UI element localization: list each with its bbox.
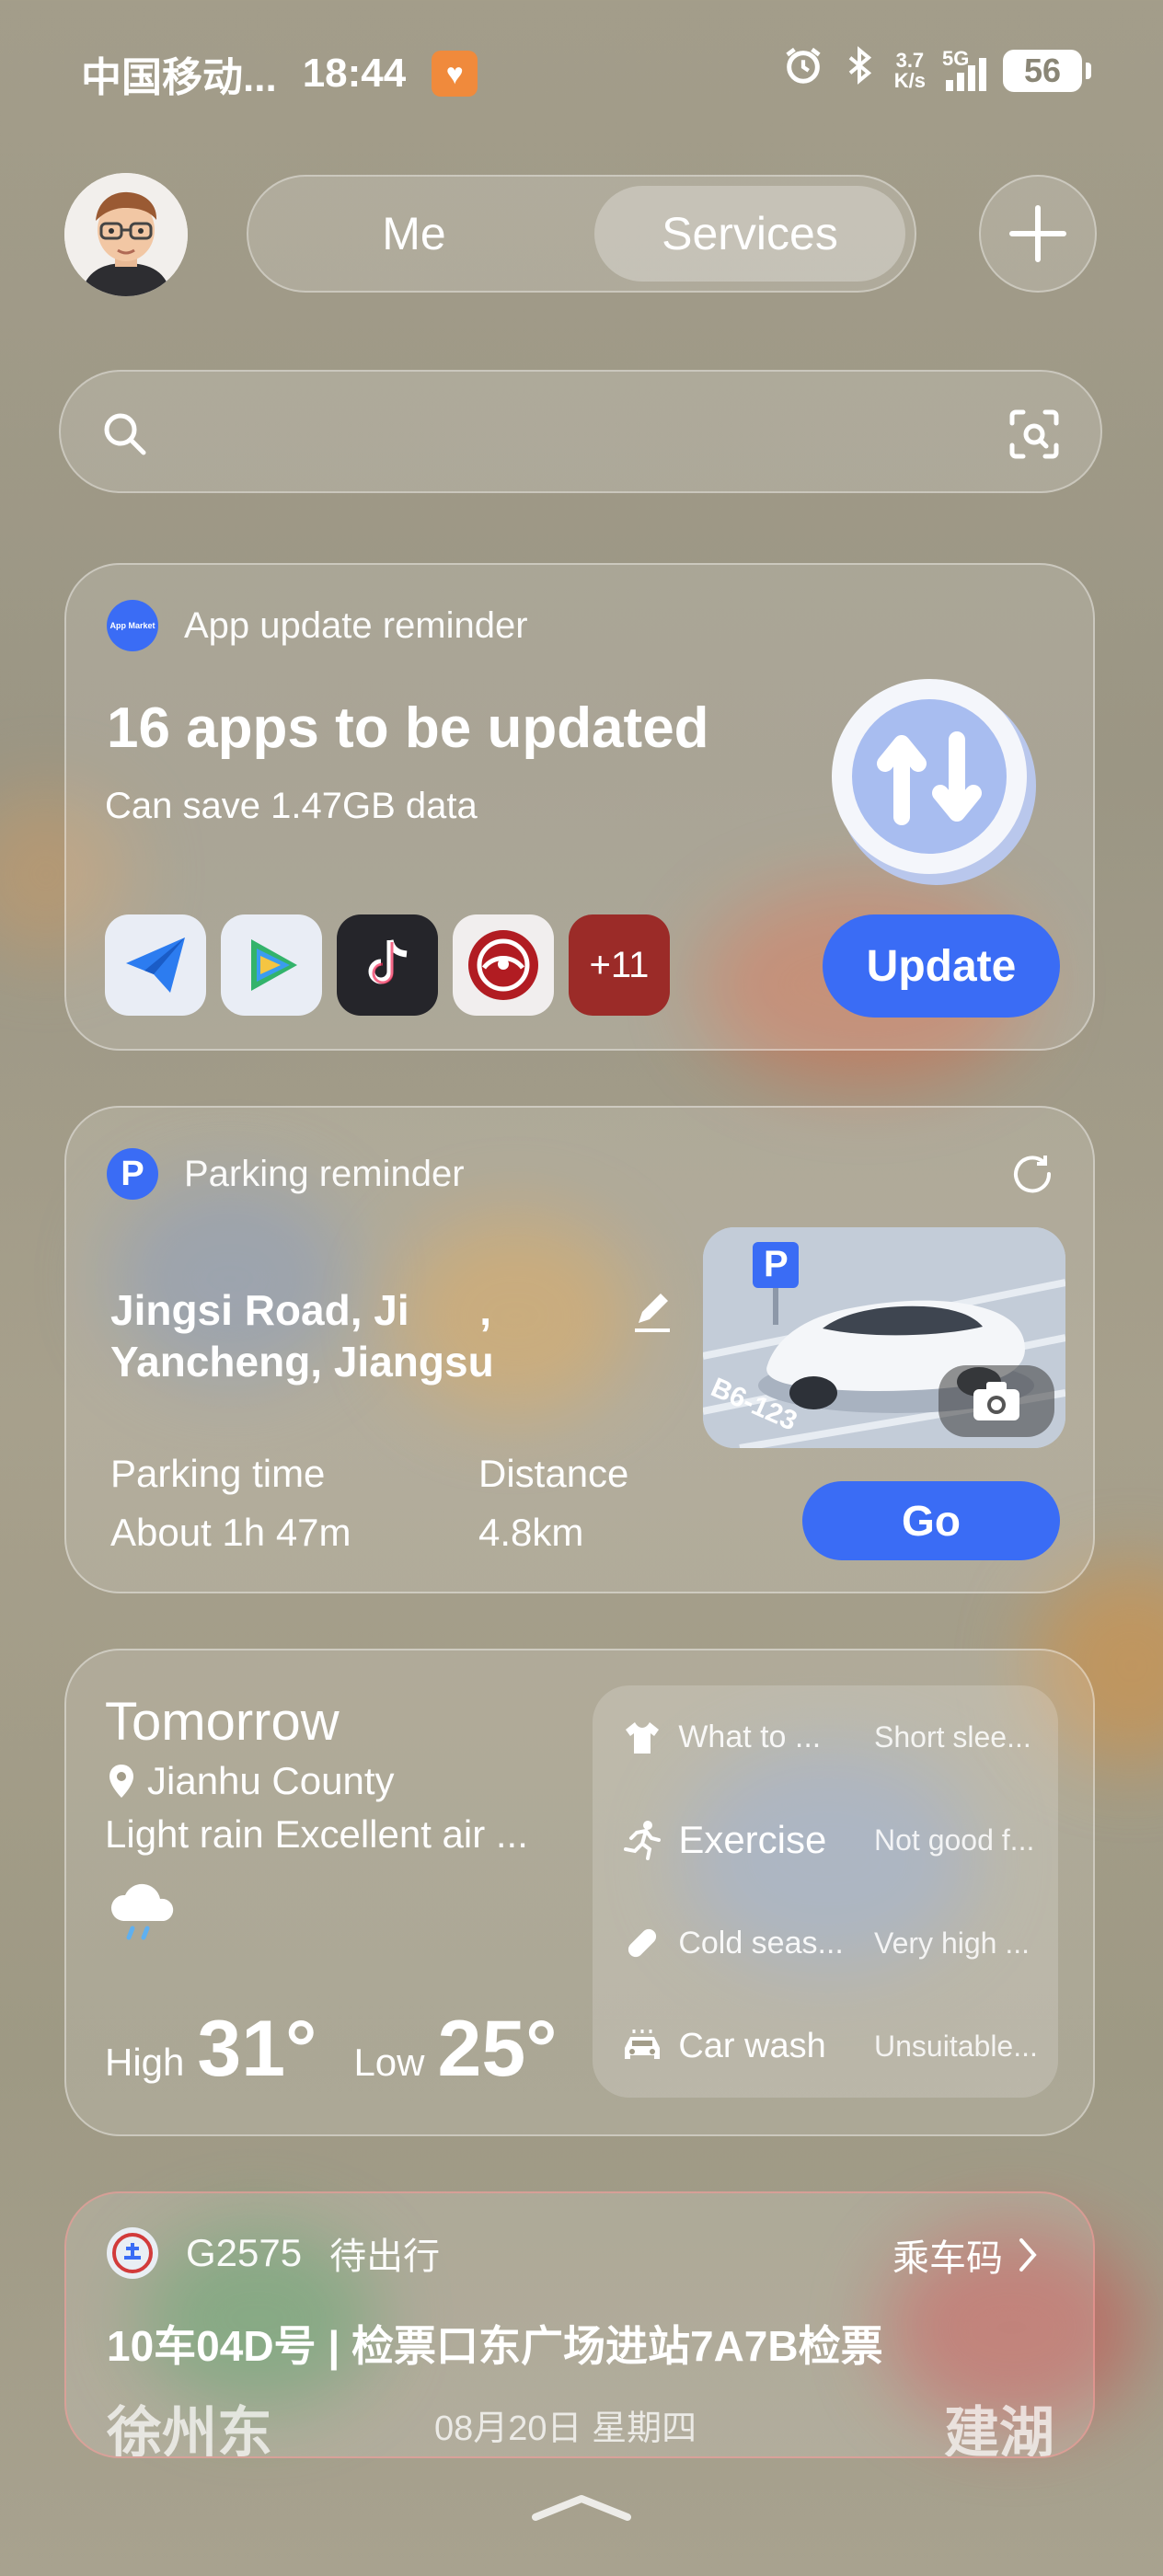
tab-services[interactable]: Services [594,186,905,282]
life-index-label: Exercise [678,1818,827,1861]
card-header-label: Parking reminder [184,1153,465,1194]
parking-location: Jingsi Road, Ji , Yancheng, Jiangsu [110,1284,494,1387]
signal-icon: 5G [942,47,986,91]
low-temp: 25° [437,2005,558,2093]
camera-button[interactable] [938,1365,1054,1437]
running-icon [620,1820,663,1860]
life-index-row[interactable]: Car wash Unsuitable... [620,2009,1036,2083]
app-market-icon: App Market [107,600,158,651]
high-label: High [105,2041,185,2084]
life-index-value: Very high ... [874,1926,1030,1960]
alarm-icon [782,44,824,97]
add-button[interactable] [979,175,1097,293]
edit-pencil-icon[interactable] [629,1288,675,1334]
life-index-row[interactable]: What to ... Short slee... [620,1700,1036,1774]
temperature-range: High 31° Low 25° [105,2004,558,2095]
battery-level: 56 [1023,51,1062,89]
bluetooth-icon [841,44,878,97]
location-name: Jianhu County [147,1759,395,1802]
weather-summary: Light rain Excellent air ... [105,1812,528,1856]
location-pin-icon [109,1765,133,1798]
update-subtitle: Can save 1.47GB data [105,786,478,826]
go-button[interactable]: Go [802,1481,1060,1560]
life-index-row[interactable]: Cold seas... Very high ... [620,1906,1036,1980]
pill-icon [620,1923,663,1963]
life-index-row[interactable]: Exercise Not good f... [620,1803,1036,1877]
train-ticket-card[interactable]: G2575 待出行 乘车码 10车04D号 | 检票口东广场进站7A7B检票 徐… [64,2191,1095,2458]
arrival-station: 建湖 [944,2402,1054,2458]
ride-code-link[interactable]: 乘车码 [892,2228,1038,2282]
life-index-panel: What to ... Short slee... Exercise Not g… [593,1685,1058,2098]
plus-icon [1009,205,1066,262]
chevron-up-icon[interactable] [526,2488,637,2524]
high-temp: 31° [197,2005,317,2093]
parking-time-label: Parking time [110,1452,326,1495]
parking-time-value: About 1h 47m [110,1511,351,1554]
view-switcher: Me Services [247,175,916,293]
carrier-label: 中国移动... [81,55,277,100]
travel-date: 08月20日 星期四 [434,2409,697,2448]
low-label: Low [353,2041,425,2084]
ride-code-label: 乘车码 [892,2238,1003,2279]
app-update-card[interactable]: App Market App update reminder 16 apps t… [64,563,1095,1051]
weather-day: Tomorrow [105,1692,340,1752]
location-line-2: Yancheng, Jiangsu [110,1338,494,1386]
weather-card[interactable]: Tomorrow Jianhu County Light rain Excell… [64,1649,1095,2136]
card-header-label: App update reminder [184,604,528,646]
parking-icon: P [107,1148,158,1200]
parked-car-image[interactable]: P B6-123 [703,1227,1065,1448]
parking-sign-letter: P [764,1244,789,1284]
life-index-label: Cold seas... [678,1925,844,1961]
parking-icon-letter: P [121,1154,144,1193]
app-market-icon-label: App Market [109,621,155,630]
clock: 18:44 [302,51,407,96]
life-index-value: Short slee... [874,1719,1031,1754]
search-bar[interactable] [59,370,1102,493]
more-apps-count: +11 [589,944,650,985]
rain-cloud-icon [110,1883,174,1940]
departure-station: 徐州东 [107,2402,272,2458]
more-apps-badge: +11 [569,914,670,1016]
life-index-label: Car wash [678,2026,826,2065]
life-index-value: Not good f... [874,1823,1035,1857]
tab-me[interactable]: Me [248,177,580,291]
airline-app-icon [453,914,554,1016]
distance-label: Distance [478,1452,629,1495]
trip-status: 待出行 [329,2237,441,2277]
video-play-app-icon [221,914,322,1016]
chevron-right-icon [1019,2238,1037,2271]
life-index-label: What to ... [678,1719,822,1754]
paper-plane-app-icon [105,914,206,1016]
update-arrows-icon [823,668,1043,889]
car-icon [620,2028,663,2064]
parking-card[interactable]: P Parking reminder Jingsi Road, Ji , Yan… [64,1106,1095,1593]
battery-indicator: 56 [1003,49,1091,92]
seat-detail: 10车04D号 | 检票口东广场进站7A7B检票 [107,2322,883,2370]
life-index-value: Unsuitable... [874,2029,1036,2063]
update-title: 16 apps to be updated [107,696,709,760]
search-icon [104,413,146,455]
weather-location: Jianhu County [107,1759,395,1803]
distance-value: 4.8km [478,1511,584,1554]
update-button[interactable]: Update [823,914,1060,1018]
avatar[interactable] [64,173,188,296]
railway-logo-icon [107,2227,158,2279]
status-bar: 中国移动... 18:44 ♥ 3.7 K/s 5G 56 [81,44,1091,100]
scan-icon[interactable] [1007,407,1062,462]
health-heart-icon: ♥ [432,51,478,97]
refresh-icon[interactable] [1007,1148,1058,1200]
network-type: 5G [942,46,970,70]
network-speed: 3.7 K/s [893,50,926,92]
camera-icon [973,1382,1019,1420]
train-number: G2575 [186,2231,303,2274]
shirt-icon [620,1719,663,1755]
location-line-1: Jingsi Road, Ji , [110,1286,492,1334]
speed-unit: K/s [893,68,926,92]
tiktok-app-icon [337,914,438,1016]
